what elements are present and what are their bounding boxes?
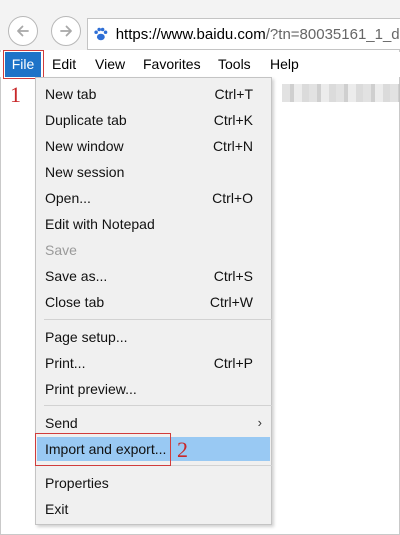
menu-item-label: Print preview... <box>45 381 137 397</box>
menu-item-properties[interactable]: Properties <box>37 471 270 495</box>
menu-item-label: Print... <box>45 355 86 371</box>
menu-item-shortcut: Ctrl+K <box>213 112 253 128</box>
menu-item-label: New session <box>45 164 125 180</box>
blurred-page-content <box>282 84 400 102</box>
url-host: https://www.baidu.com <box>115 25 266 43</box>
step-number-1: 1 <box>10 82 21 107</box>
menu-item-send[interactable]: Send › <box>37 411 270 435</box>
menu-item-label: Save as... <box>45 268 108 284</box>
menu-separator <box>44 319 272 320</box>
menu-item-page-setup[interactable]: Page setup... <box>37 325 270 349</box>
menu-item-save: Save <box>37 238 270 262</box>
menu-item-print-preview[interactable]: Print preview... <box>37 377 270 401</box>
menu-item-label: Duplicate tab <box>45 112 127 128</box>
menu-item-label: Page setup... <box>45 329 128 345</box>
menu-item-save-as[interactable]: Save as... Ctrl+S <box>37 264 270 288</box>
address-bar[interactable]: https://www.baidu.com/?tn=80035161_1_dg <box>87 18 400 50</box>
menu-item-shortcut: Ctrl+T <box>214 86 254 102</box>
arrow-left-icon <box>17 25 29 37</box>
navigation-bar: https://www.baidu.com/?tn=80035161_1_dg <box>0 0 400 50</box>
menu-item-duplicate-tab[interactable]: Duplicate tab Ctrl+K <box>37 108 270 132</box>
menu-tools[interactable]: Tools <box>218 52 251 77</box>
menu-item-shortcut: Ctrl+O <box>212 190 253 206</box>
menu-favorites[interactable]: Favorites <box>143 52 201 77</box>
step-number-2: 2 <box>177 437 188 462</box>
menu-item-label: Exit <box>45 501 69 517</box>
chevron-right-icon: › <box>257 415 262 430</box>
menu-item-label: New tab <box>45 86 97 102</box>
menu-item-edit-with-notepad[interactable]: Edit with Notepad <box>37 212 270 236</box>
arrow-right-icon <box>60 25 72 37</box>
menu-item-label: Open... <box>45 190 91 206</box>
menu-item-shortcut: Ctrl+N <box>212 138 253 154</box>
menu-item-shortcut: Ctrl+W <box>209 294 253 310</box>
menu-item-label: Send <box>45 415 78 431</box>
paw-icon <box>94 27 108 41</box>
menu-item-label: Edit with Notepad <box>45 216 155 232</box>
menu-item-open[interactable]: Open... Ctrl+O <box>37 186 270 210</box>
url-path: /?tn=80035161_1_dg <box>265 25 400 43</box>
menu-item-label: Properties <box>45 475 109 491</box>
menu-edit[interactable]: Edit <box>52 52 76 77</box>
menu-help[interactable]: Help <box>270 52 299 77</box>
menu-item-exit[interactable]: Exit <box>37 497 270 521</box>
highlight-box-import-export <box>35 433 171 466</box>
menu-item-label: New window <box>45 138 124 154</box>
menu-view[interactable]: View <box>95 52 125 77</box>
menu-item-new-window[interactable]: New window Ctrl+N <box>37 134 270 158</box>
menu-bar: File Edit View Favorites Tools Help <box>0 52 400 77</box>
menu-item-close-tab[interactable]: Close tab Ctrl+W <box>37 290 270 314</box>
menu-separator <box>44 405 272 406</box>
menu-item-label: Save <box>45 242 77 258</box>
menu-item-new-session[interactable]: New session <box>37 160 270 184</box>
highlight-box-file <box>3 50 44 79</box>
menu-item-new-tab[interactable]: New tab Ctrl+T <box>37 82 270 106</box>
back-button[interactable] <box>8 16 38 46</box>
forward-button[interactable] <box>51 16 81 46</box>
url-text: https://www.baidu.com/?tn=80035161_1_dg <box>116 26 400 43</box>
menu-item-print[interactable]: Print... Ctrl+P <box>37 351 270 375</box>
menu-item-shortcut: Ctrl+P <box>213 355 253 371</box>
menu-item-label: Close tab <box>45 294 105 310</box>
menu-item-shortcut: Ctrl+S <box>213 268 253 284</box>
